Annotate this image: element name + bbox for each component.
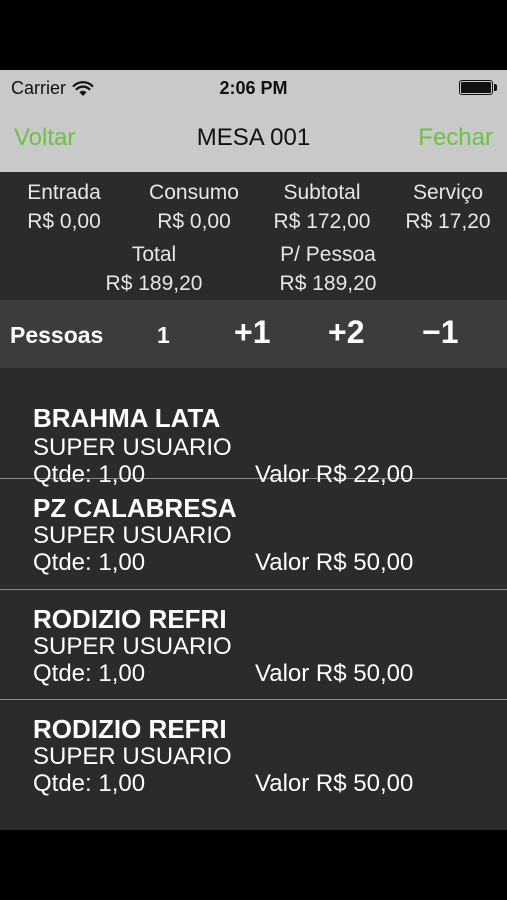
item-value: Valor R$ 50,00 [255,549,414,576]
letterbox-top [0,0,507,70]
summary-servico: Serviço R$ 17,20 [398,180,498,235]
item-name: RODIZIO REFRI [33,714,227,744]
summary-entrada: Entrada R$ 0,00 [14,180,114,235]
consumo-label: Consumo [149,181,239,204]
item-name: PZ CALABRESA [33,493,237,523]
people-count: 1 [157,322,170,348]
list-item[interactable]: RODIZIO REFRI SUPER USUARIO Qtde: 1,00 V… [0,590,507,700]
por-pessoa-label: P/ Pessoa [280,243,376,266]
list-item[interactable]: RODIZIO REFRI SUPER USUARIO Qtde: 1,00 V… [0,700,507,810]
subtotal-value: R$ 172,00 [273,210,371,233]
por-pessoa-value: R$ 189,20 [279,272,377,295]
servico-label: Serviço [412,181,484,204]
item-quantity: Qtde: 1,00 [33,660,146,687]
order-items-list: BRAHMA LATA SUPER USUARIO Qtde: 1,00 Val… [0,368,507,830]
close-table-button[interactable]: Fechar [418,124,493,152]
servico-value: R$ 17,20 [405,210,491,233]
summary-consumo: Consumo R$ 0,00 [138,180,250,235]
summary-total: Total R$ 189,20 [94,242,214,297]
item-name: RODIZIO REFRI [33,604,227,634]
status-time: 2:06 PM [219,78,288,98]
summary-subtotal: Subtotal R$ 172,00 [262,180,382,235]
people-label: Pessoas [10,322,104,348]
item-user: SUPER USUARIO [33,522,232,549]
total-label: Total [131,243,177,266]
navigation-bar: Carrier 2:06 PM Voltar MESA 001 Fechar [0,70,507,172]
add-two-people-button[interactable]: +2 [328,314,364,351]
item-name: BRAHMA LATA [33,403,221,433]
subtotal-label: Subtotal [283,181,361,204]
item-user: SUPER USUARIO [33,434,232,461]
add-one-person-button[interactable]: +1 [234,314,270,351]
remove-one-person-button[interactable]: −1 [422,314,458,351]
summary-por-pessoa: P/ Pessoa R$ 189,20 [268,242,388,297]
item-user: SUPER USUARIO [33,743,232,770]
consumo-value: R$ 0,00 [157,210,231,233]
status-bar: Carrier 2:06 PM [0,70,507,106]
item-quantity: Qtde: 1,00 [33,770,146,797]
list-item[interactable]: BRAHMA LATA SUPER USUARIO Qtde: 1,00 Val… [0,368,507,488]
letterbox-bottom [0,830,507,900]
list-item[interactable]: PZ CALABRESA SUPER USUARIO Qtde: 1,00 Va… [0,479,507,590]
people-bar: Pessoas 1 +1 +2 −1 [0,300,507,368]
total-value: R$ 189,20 [105,272,203,295]
entrada-value: R$ 0,00 [27,210,101,233]
item-quantity: Qtde: 1,00 [33,549,146,576]
entrada-label: Entrada [27,181,101,204]
item-user: SUPER USUARIO [33,633,232,660]
bill-summary: Entrada R$ 0,00 Consumo R$ 0,00 Subtotal… [0,172,507,300]
item-value: Valor R$ 50,00 [255,660,414,687]
item-value: Valor R$ 50,00 [255,770,414,797]
app-screen: Carrier 2:06 PM Voltar MESA 001 Fechar E… [0,70,507,830]
battery-icon [459,80,497,95]
